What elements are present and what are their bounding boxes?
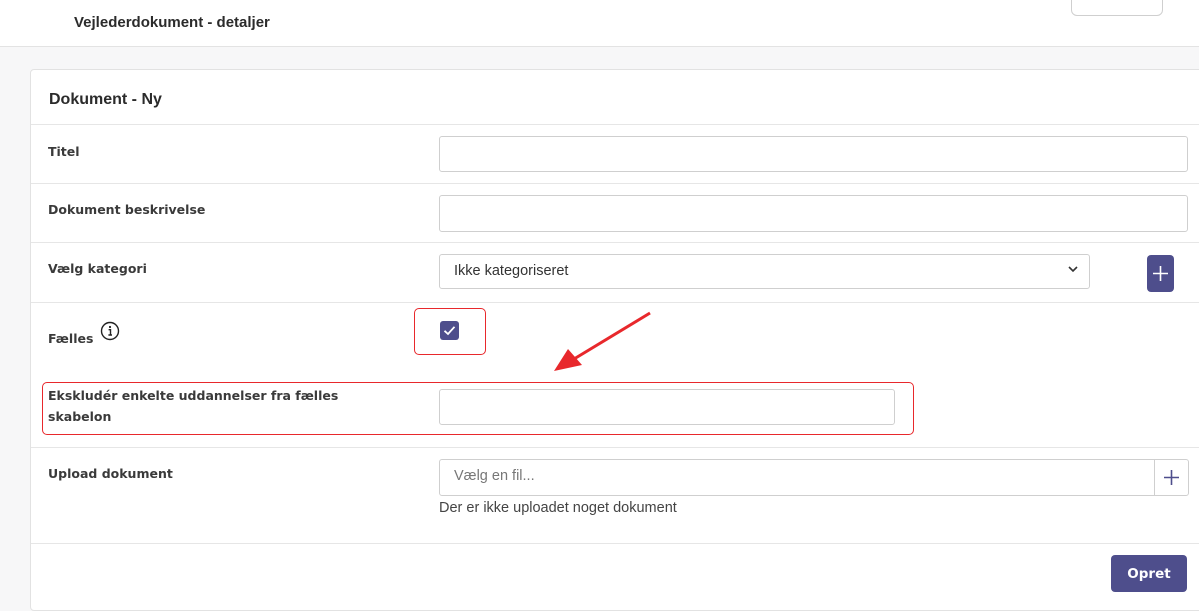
divider — [31, 124, 1199, 125]
beskrivelse-label: Dokument beskrivelse — [48, 202, 206, 217]
divider — [31, 447, 1199, 448]
add-category-button[interactable] — [1147, 255, 1174, 292]
card-title: Dokument - Ny — [49, 91, 162, 108]
upload-label: Upload dokument — [48, 466, 173, 481]
upload-add-button[interactable] — [1154, 460, 1188, 495]
titel-input[interactable] — [439, 136, 1188, 172]
opret-button[interactable]: Opret — [1111, 555, 1187, 592]
kategori-select[interactable]: Ikke kategoriseret — [439, 254, 1090, 289]
divider — [31, 302, 1199, 303]
top-bar: Vejlederdokument - detaljer — [0, 0, 1199, 47]
kategori-selected-value: Ikke kategoriseret — [454, 263, 569, 279]
titel-label: Titel — [48, 144, 80, 159]
checkbox-highlight-box — [414, 308, 486, 355]
beskrivelse-input[interactable] — [439, 195, 1188, 232]
annotation-arrow — [554, 311, 651, 371]
chevron-down-icon — [1068, 266, 1078, 273]
top-right-button[interactable] — [1071, 0, 1163, 16]
divider — [31, 183, 1199, 184]
divider — [31, 242, 1199, 243]
divider — [31, 543, 1199, 544]
info-icon[interactable] — [100, 321, 120, 341]
faelles-label: Fælles — [48, 331, 94, 346]
upload-placeholder: Vælg en fil... — [454, 468, 535, 484]
plus-icon — [1153, 266, 1168, 281]
upload-file-field[interactable]: Vælg en fil... — [439, 459, 1189, 496]
exclude-row-highlight-box — [42, 382, 914, 435]
upload-helper-text: Der er ikke uploadet noget dokument — [439, 500, 677, 516]
kategori-label: Vælg kategori — [48, 261, 147, 276]
page-title: Vejlederdokument - detaljer — [74, 14, 270, 31]
plus-icon — [1164, 470, 1179, 485]
